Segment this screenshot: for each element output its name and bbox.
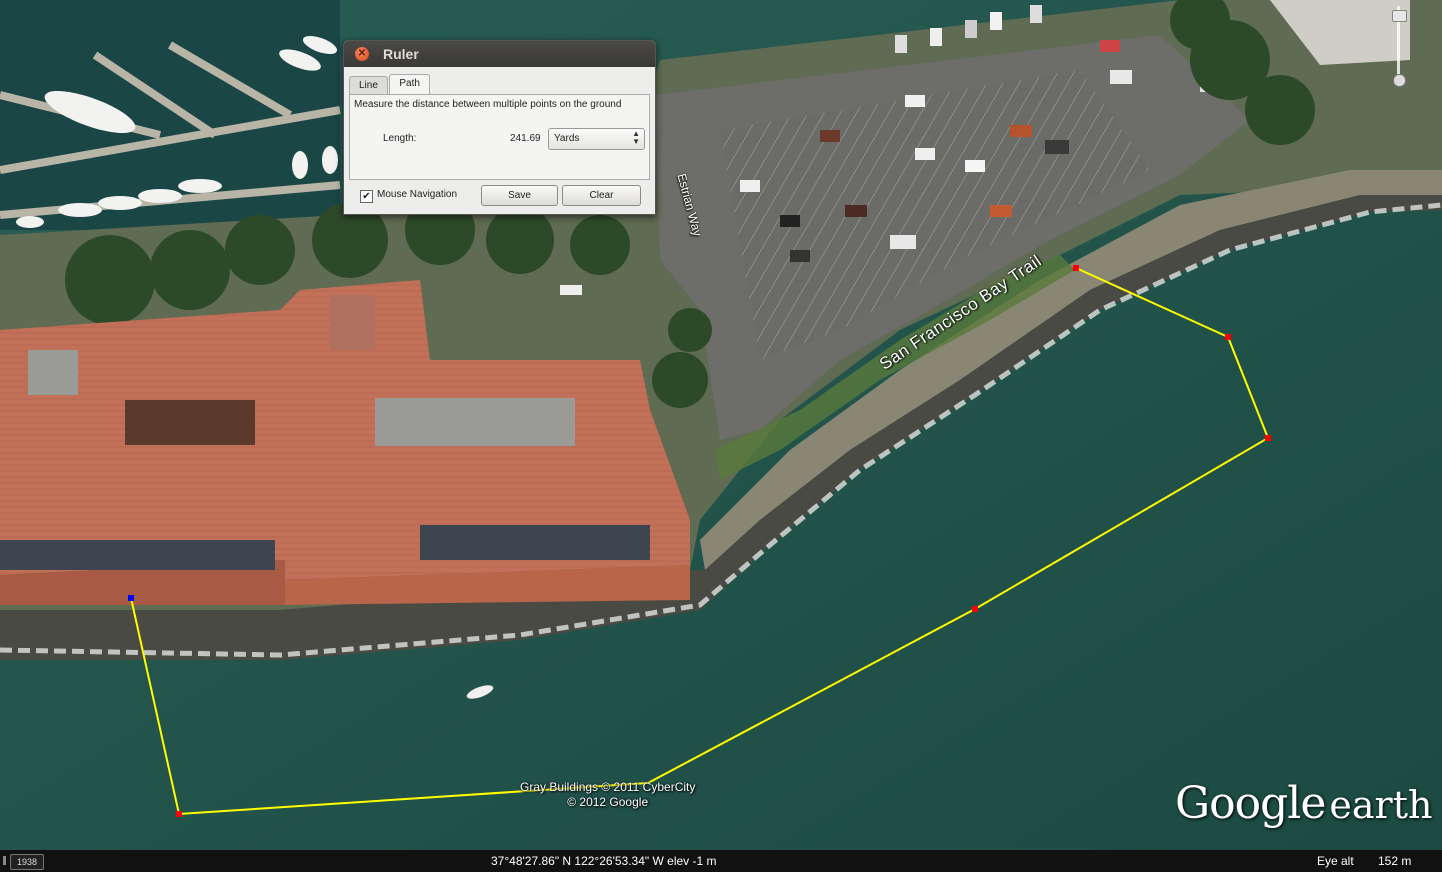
attribution-line-1: Gray Buildings © 2011 CyberCity (520, 780, 696, 794)
tab-line[interactable]: Line (349, 76, 388, 94)
clear-button[interactable]: Clear (562, 185, 641, 206)
zoom-slider[interactable] (1390, 0, 1408, 90)
updown-arrows-icon: ▲ ▼ (632, 129, 640, 146)
path-point (1073, 265, 1079, 271)
imagery-year-badge[interactable]: 1938 (10, 854, 44, 870)
mouse-navigation-label: Mouse Navigation (377, 189, 458, 200)
imagery-attribution: Gray Buildings © 2011 CyberCity © 2012 G… (520, 780, 695, 810)
length-label: Length: (383, 133, 417, 144)
cursor-coordinates: 37°48'27.86" N 122°26'53.34" W elev -1 m (491, 854, 717, 868)
ruler-path-panel: Measure the distance between multiple po… (349, 94, 650, 180)
path-point (1265, 435, 1271, 441)
path-point (972, 606, 978, 612)
checkbox-check-icon[interactable]: ✔ (360, 190, 373, 203)
unit-select[interactable]: Yards ▲ ▼ (548, 128, 645, 150)
ruler-dialog: ✕ Ruler Line Path Measure the distance b… (343, 40, 656, 215)
path-point (1225, 334, 1231, 340)
google-earth-logo: Google earth (1175, 778, 1432, 829)
logo-earth-text: earth (1329, 783, 1433, 827)
tab-path[interactable]: Path (389, 74, 430, 94)
length-value: 241.69 (510, 133, 541, 144)
ruler-description: Measure the distance between multiple po… (354, 99, 622, 110)
ruler-title: Ruler (383, 46, 419, 62)
save-button[interactable]: Save (481, 185, 558, 206)
logo-google-text: Google (1175, 778, 1326, 829)
eye-alt-value: 152 m (1378, 854, 1412, 868)
ruler-tabs: Line Path (349, 73, 430, 94)
path-point (176, 811, 182, 817)
attribution-line-2: © 2012 Google (567, 795, 649, 809)
path-start-point (128, 595, 134, 601)
mouse-navigation-checkbox[interactable]: ✔ Mouse Navigation (360, 189, 457, 203)
ruler-titlebar[interactable]: ✕ Ruler (344, 41, 655, 67)
unit-select-value: Yards (554, 133, 580, 144)
status-bar: 1938 37°48'27.86" N 122°26'53.34" W elev… (0, 850, 1442, 872)
satellite-map[interactable] (0, 0, 1442, 872)
zoom-thumb[interactable] (1392, 10, 1407, 22)
zoom-out-icon[interactable] (1393, 74, 1406, 87)
close-icon[interactable]: ✕ (355, 47, 369, 61)
historical-imagery-tick-icon (3, 856, 6, 865)
eye-alt-label: Eye alt (1317, 854, 1354, 868)
